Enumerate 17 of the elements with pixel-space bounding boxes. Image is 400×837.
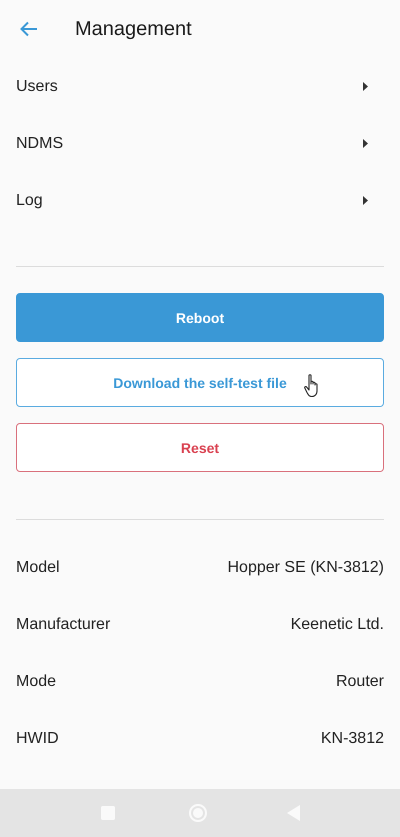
field-label: Model: [16, 558, 60, 576]
field-value: Hopper SE (KN-3812): [227, 558, 384, 576]
field-value: Router: [336, 672, 384, 690]
menu-item[interactable]: NDMS: [16, 115, 384, 172]
field-label: Manufacturer: [16, 616, 110, 634]
reset-button[interactable]: Reset: [16, 423, 384, 472]
caret-icon: [363, 139, 368, 148]
field-label: HWID: [16, 730, 59, 748]
menu-item[interactable]: Users: [16, 58, 384, 115]
field-label: Mode: [16, 672, 56, 690]
field-value: KN-3812: [320, 730, 384, 748]
back-arrow-icon[interactable]: [20, 21, 38, 37]
caret-icon: [363, 196, 368, 205]
caret-icon: [363, 82, 368, 91]
menu-item[interactable]: Log: [16, 172, 384, 229]
page-title: Management: [75, 18, 192, 40]
field-value: Keenetic Ltd.: [290, 616, 384, 634]
